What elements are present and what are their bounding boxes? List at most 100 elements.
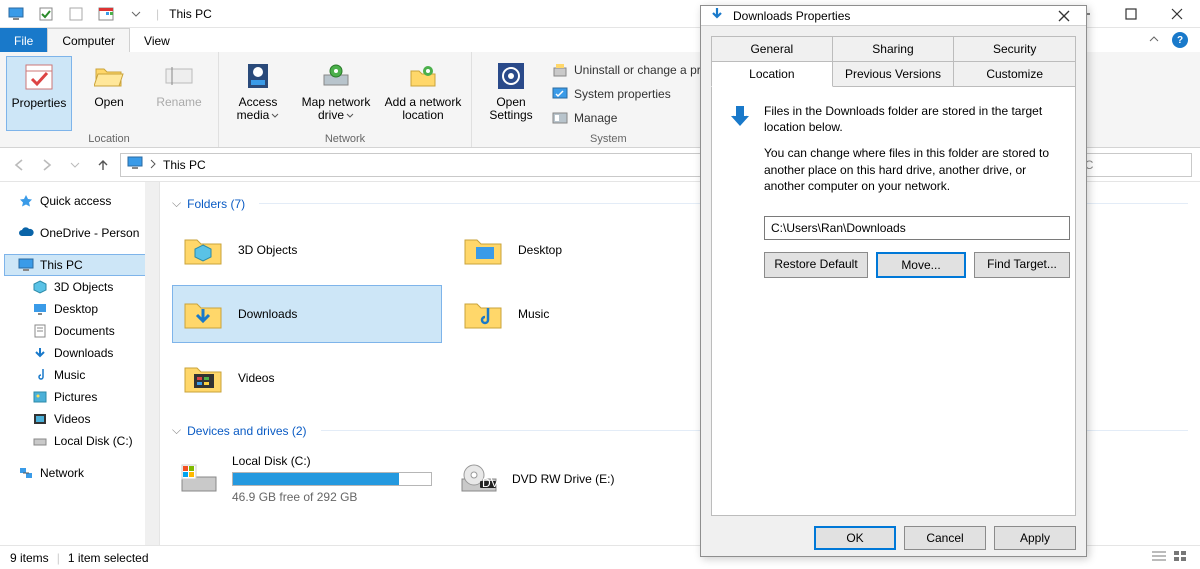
help-icon[interactable]: ? [1172, 32, 1188, 48]
drive-local-c[interactable]: Local Disk (C:) 46.9 GB free of 292 GB [172, 448, 442, 510]
folder-label: Downloads [238, 307, 297, 321]
tree-music[interactable]: Music [4, 364, 155, 386]
tab-view[interactable]: View [130, 28, 184, 52]
tree-3d-objects[interactable]: 3D Objects [4, 276, 155, 298]
folder-icon [182, 357, 224, 399]
folder-3d-objects[interactable]: 3D Objects [172, 221, 442, 279]
breadcrumb-chevron-icon[interactable] [149, 158, 157, 172]
dialog-titlebar[interactable]: Downloads Properties [701, 6, 1086, 26]
folder-videos[interactable]: Videos [172, 349, 442, 407]
properties-icon [23, 61, 55, 93]
tree-quick-access[interactable]: Quick access [4, 190, 155, 212]
dialog-tab-page: Files in the Downloads folder are stored… [711, 86, 1076, 516]
breadcrumb-item[interactable]: This PC [163, 158, 206, 172]
btn-label: Open Settings [480, 96, 542, 122]
qat-properties-icon[interactable] [96, 4, 116, 24]
tab-computer[interactable]: Computer [47, 28, 130, 52]
tree-videos[interactable]: Videos [4, 408, 155, 430]
ribbon-collapse-icon[interactable] [1148, 33, 1160, 48]
tree-pictures[interactable]: Pictures [4, 386, 155, 408]
folder-desktop[interactable]: Desktop [452, 221, 722, 279]
dialog-tab-sharing[interactable]: Sharing [832, 36, 955, 62]
group-location: Properties Open Rename Location [0, 52, 219, 147]
folder-label: 3D Objects [238, 243, 297, 257]
dialog-tab-previous[interactable]: Previous Versions [832, 61, 955, 87]
download-arrow-icon [32, 345, 48, 361]
tree-network[interactable]: Network [4, 462, 155, 484]
folder-open-icon [93, 60, 125, 92]
drive-label: Local Disk (C:) [232, 454, 432, 468]
group-label: Location [6, 131, 212, 145]
nav-tree: Quick access OneDrive - Person This PC 3… [0, 182, 160, 545]
btn-label: Open [94, 96, 123, 109]
status-item-count: 9 items [10, 551, 49, 565]
tree-local-disk[interactable]: Local Disk (C:) [4, 430, 155, 452]
network-icon [18, 465, 34, 481]
tree-onedrive[interactable]: OneDrive - Person [4, 222, 155, 244]
picture-icon [32, 389, 48, 405]
checkbox-icon[interactable] [36, 4, 56, 24]
tree-this-pc[interactable]: This PC [4, 254, 155, 276]
status-selected: 1 item selected [68, 551, 149, 565]
usage-fill [233, 473, 399, 485]
close-button[interactable] [1154, 0, 1200, 28]
maximize-button[interactable] [1108, 0, 1154, 28]
rename-button[interactable]: Rename [146, 56, 212, 131]
folder-label: Desktop [518, 243, 562, 257]
apply-button[interactable]: Apply [994, 526, 1076, 550]
ok-button[interactable]: OK [814, 526, 896, 550]
tiles-view-icon[interactable] [1172, 549, 1190, 566]
music-note-icon [32, 367, 48, 383]
find-target-button[interactable]: Find Target... [974, 252, 1070, 278]
tree-downloads[interactable]: Downloads [4, 342, 155, 364]
group-network: Access media Map network drive Add a net… [219, 52, 472, 147]
btn-label: Access media [227, 96, 289, 122]
window-title: This PC [169, 7, 212, 21]
dialog-desc-1: Files in the Downloads folder are stored… [764, 103, 1070, 135]
qat-icon[interactable] [66, 4, 86, 24]
tree-scrollbar[interactable] [145, 182, 159, 545]
dialog-desc-2: You can change where files in this folde… [764, 145, 1070, 194]
move-button[interactable]: Move... [876, 252, 966, 278]
open-button[interactable]: Open [76, 56, 142, 131]
access-media-button[interactable]: Access media [225, 56, 291, 131]
settings-icon [495, 60, 527, 92]
dialog-tab-general[interactable]: General [711, 36, 833, 62]
dialog-title: Downloads Properties [733, 9, 850, 23]
chevron-down-icon: ⌵ [172, 423, 181, 438]
restore-default-button[interactable]: Restore Default [764, 252, 868, 278]
star-icon [18, 193, 34, 209]
folder-downloads[interactable]: Downloads [172, 285, 442, 343]
video-icon [32, 411, 48, 427]
thispc-icon [18, 257, 34, 273]
properties-dialog: Downloads Properties General Sharing Sec… [700, 5, 1087, 557]
quick-access-toolbar: | This PC [6, 4, 212, 24]
nav-forward-button[interactable] [36, 154, 58, 176]
nav-back-button[interactable] [8, 154, 30, 176]
properties-button[interactable]: Properties [6, 56, 72, 131]
dialog-close-button[interactable] [1050, 10, 1078, 22]
open-settings-button[interactable]: Open Settings [478, 56, 544, 131]
map-drive-button[interactable]: Map network drive [295, 56, 377, 131]
details-view-icon[interactable] [1150, 549, 1168, 566]
add-location-icon [407, 60, 439, 92]
tree-documents[interactable]: Documents [4, 320, 155, 342]
nav-history-button[interactable] [64, 154, 86, 176]
chevron-down-icon: ⌵ [172, 196, 181, 211]
tree-desktop[interactable]: Desktop [4, 298, 155, 320]
location-path-input[interactable] [764, 216, 1070, 240]
dialog-tab-location[interactable]: Location [711, 61, 833, 87]
rename-icon [163, 60, 195, 92]
add-location-button[interactable]: Add a network location [381, 56, 465, 131]
dialog-tab-customize[interactable]: Customize [953, 61, 1076, 87]
dialog-tab-security[interactable]: Security [953, 36, 1076, 62]
dvd-drive-icon: DVD [458, 458, 500, 500]
cancel-button[interactable]: Cancel [904, 526, 986, 550]
chevron-down-icon[interactable] [126, 4, 146, 24]
folder-label: Videos [238, 371, 274, 385]
svg-text:DVD: DVD [482, 476, 500, 490]
folder-music[interactable]: Music [452, 285, 722, 343]
nav-up-button[interactable] [92, 154, 114, 176]
tab-file[interactable]: File [0, 28, 47, 52]
drive-dvd-e[interactable]: DVD DVD RW Drive (E:) [452, 448, 722, 510]
